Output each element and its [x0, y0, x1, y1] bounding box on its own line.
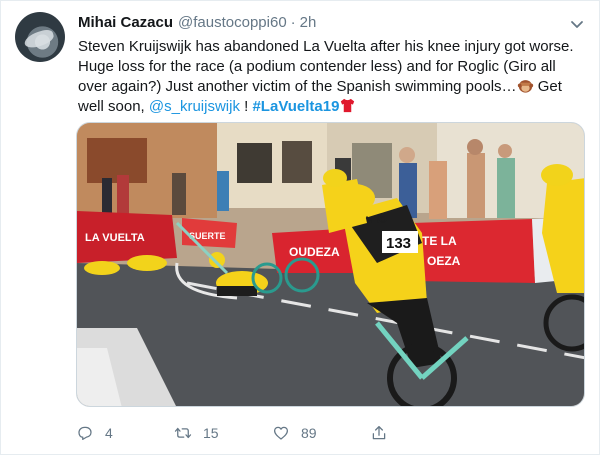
timestamp[interactable]: 2h — [300, 14, 317, 31]
share-button[interactable] — [370, 422, 388, 444]
hashtag-link[interactable]: #LaVuelta19 — [252, 98, 339, 115]
chevron-down-icon[interactable] — [567, 14, 587, 34]
retweet-button[interactable]: 15 — [174, 422, 219, 444]
dot-separator: · — [290, 14, 296, 31]
tweet-text-body: Steven Kruijswijk has abandoned La Vuelt… — [78, 38, 574, 95]
see-no-evil-monkey-icon — [517, 80, 533, 93]
banner-text: LA VUELTA — [85, 232, 145, 244]
tweet-media-photo[interactable]: LA VUELTA SUERTE OUDEZA TE LA OEZA 133 J… — [76, 122, 585, 407]
banner-text: TE LA — [422, 234, 457, 248]
mention-link[interactable]: @s_kruijswijk — [149, 98, 240, 115]
avatar[interactable] — [15, 12, 65, 62]
tweet-card[interactable]: Mihai Cazacu @faustocoppi60 · 2h Steven … — [0, 0, 600, 455]
tweet-header: Mihai Cazacu @faustocoppi60 · 2h — [78, 14, 316, 34]
race-crash-image: LA VUELTA SUERTE OUDEZA TE LA OEZA 133 J… — [77, 123, 584, 406]
retweet-icon — [174, 427, 192, 439]
banner-text: OUDEZA — [289, 245, 340, 259]
red-jersey-icon — [341, 98, 355, 113]
tweet-actions: 4 15 89 — [76, 422, 406, 444]
like-button[interactable]: 89 — [272, 422, 317, 444]
reply-count: 4 — [105, 425, 113, 441]
retweet-count: 15 — [203, 425, 219, 441]
reply-icon — [78, 426, 92, 441]
reply-button[interactable]: 4 — [76, 422, 113, 444]
avatar-bird-shape — [22, 27, 56, 51]
display-name[interactable]: Mihai Cazacu — [78, 14, 173, 31]
user-handle[interactable]: @faustocoppi60 — [178, 14, 287, 31]
share-icon — [372, 425, 386, 440]
banner-text: OEZA — [427, 254, 461, 268]
rider-number: 133 — [386, 235, 411, 252]
like-count: 89 — [301, 425, 317, 441]
tweet-text: Steven Kruijswijk has abandoned La Vuelt… — [78, 37, 588, 117]
heart-icon — [273, 426, 289, 440]
tweet-text-bang: ! — [239, 98, 253, 115]
